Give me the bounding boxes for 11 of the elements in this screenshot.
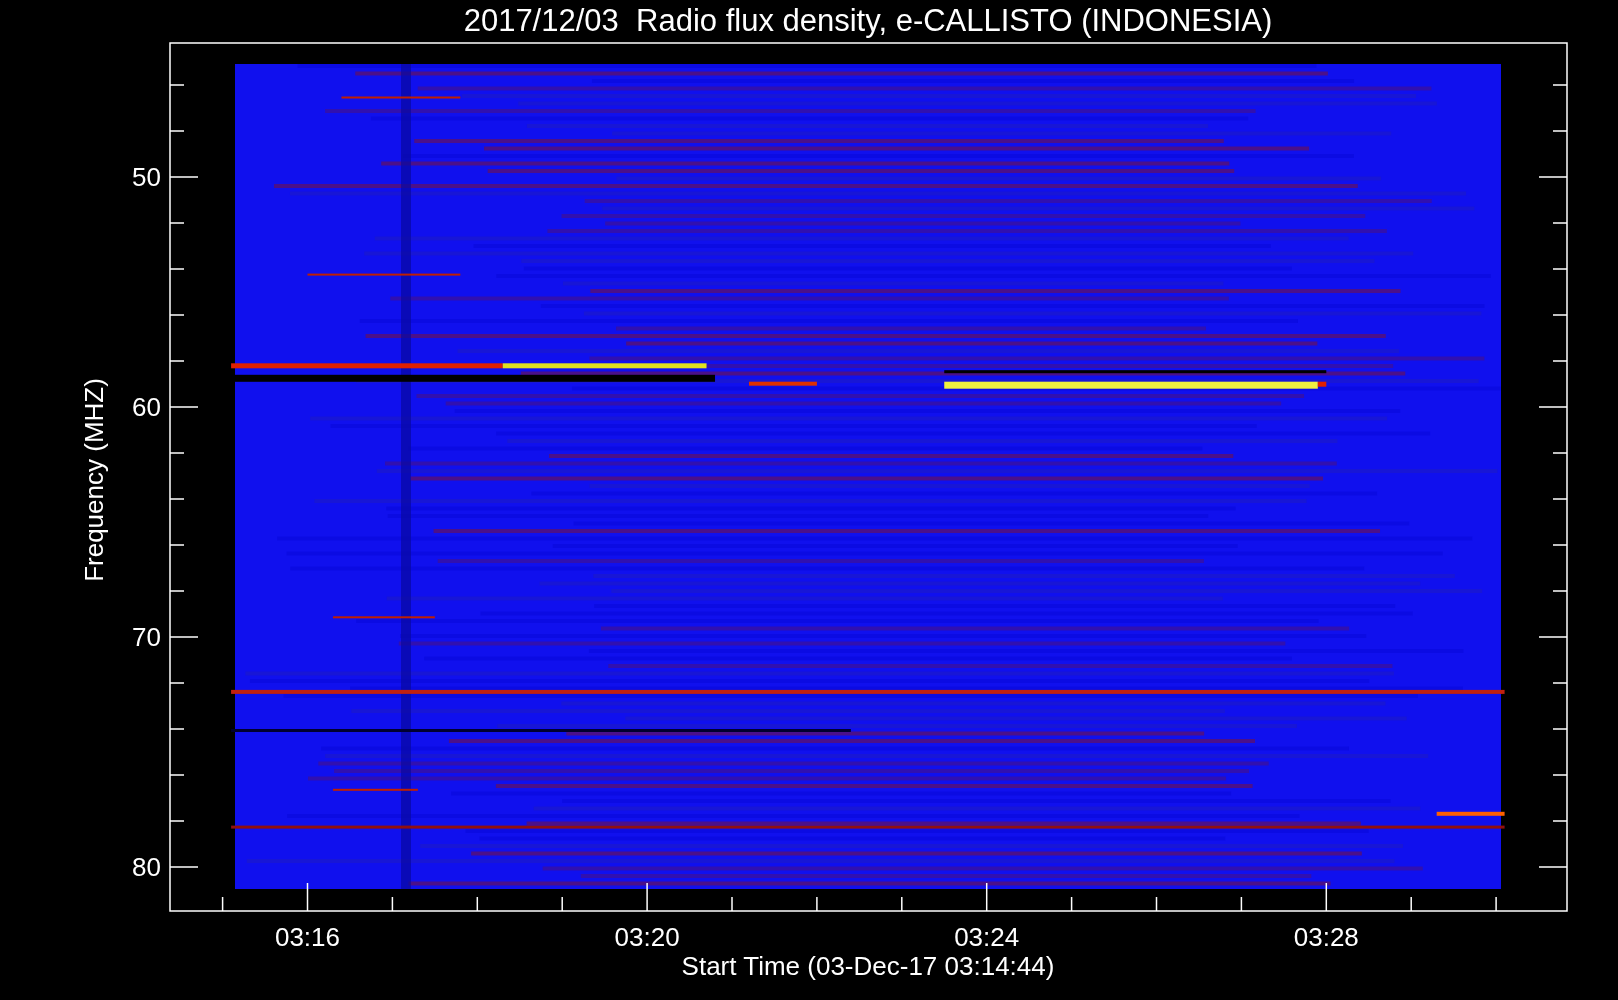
y-tick-label: 60 xyxy=(132,392,161,422)
y-tick-label: 80 xyxy=(132,852,161,882)
x-axis-label: Start Time (03-Dec-17 03:14:44) xyxy=(681,951,1055,981)
y-tick-label: 70 xyxy=(132,622,161,652)
x-tick-label: 03:20 xyxy=(614,922,680,952)
y-tick-label: 50 xyxy=(132,162,161,192)
x-tick-label: 03:28 xyxy=(1293,922,1359,952)
plot-title: 2017/12/03 Radio flux density, e-CALLISTO (INDONESIA) xyxy=(463,3,1273,38)
x-tick-label: 03:24 xyxy=(954,922,1020,952)
x-tick-label: 03:16 xyxy=(274,922,341,952)
y-axis-label: Frequency (MHZ) xyxy=(79,378,109,582)
